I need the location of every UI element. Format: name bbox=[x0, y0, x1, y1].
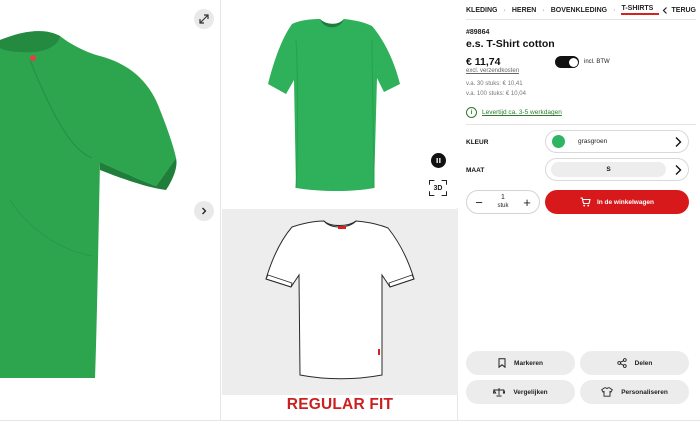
tshirt-front-image bbox=[268, 19, 400, 191]
vat-toggle[interactable] bbox=[555, 56, 579, 68]
tshirt-closeup-image bbox=[0, 31, 177, 379]
main-product-image[interactable] bbox=[0, 0, 221, 420]
view-3d-button[interactable]: 3D bbox=[429, 180, 447, 196]
page-bottom-edge bbox=[0, 420, 700, 430]
cart-icon bbox=[580, 197, 591, 207]
chevron-right-icon bbox=[675, 165, 682, 175]
color-swatch bbox=[552, 135, 565, 148]
color-label: KLEUR bbox=[466, 139, 489, 146]
breadcrumb-item-t-shirts[interactable]: T-SHIRTS bbox=[621, 5, 660, 15]
personalise-label: Personaliseren bbox=[621, 388, 668, 396]
fit-label: REGULAR FIT bbox=[286, 396, 394, 413]
chevron-right-icon bbox=[675, 137, 682, 147]
delivery-text: Levertijd ca. 3-5 werkdagen bbox=[482, 109, 562, 116]
increase-quantity-button[interactable]: + bbox=[521, 196, 533, 209]
tier-price: v.a. 30 stuks: € 10,41 bbox=[466, 81, 523, 87]
pause-rotation-button[interactable] bbox=[431, 153, 446, 168]
compare-icon bbox=[493, 388, 506, 397]
info-icon: i bbox=[466, 107, 477, 118]
gallery-column: 3D REGULAR FIT bbox=[222, 0, 458, 420]
add-to-cart-label: In de winkelwagen bbox=[596, 198, 655, 206]
chevron-left-icon bbox=[662, 6, 667, 14]
breadcrumb-item-bovenkleding[interactable]: BOVENKLEDING bbox=[551, 7, 613, 14]
product-front-image[interactable]: 3D bbox=[222, 0, 458, 208]
breadcrumb-separator: · bbox=[503, 6, 506, 14]
bookmark-button[interactable]: Markeren bbox=[466, 351, 575, 375]
breadcrumb-item-kleding[interactable]: KLEDING bbox=[466, 7, 504, 14]
back-label: TERUG bbox=[671, 6, 697, 14]
quantity-unit: stuk bbox=[497, 202, 509, 209]
quantity-value: 1 bbox=[501, 193, 505, 201]
tier-price: v.a. 100 stuks: € 10,04 bbox=[466, 91, 526, 97]
tshirt-icon bbox=[601, 387, 614, 397]
share-button[interactable]: Delen bbox=[580, 351, 689, 375]
size-selector[interactable]: S bbox=[545, 158, 689, 181]
back-link[interactable]: TERUG bbox=[662, 6, 697, 14]
breadcrumb-separator: · bbox=[542, 6, 545, 14]
size-value: S bbox=[551, 162, 666, 177]
compare-label: Vergelijken bbox=[513, 388, 548, 396]
quantity-stepper: − 1 stuk + bbox=[466, 190, 540, 214]
product-info-panel: KLEDING · HEREN · BOVENKLEDING · T-SHIRT… bbox=[459, 0, 700, 420]
decrease-quantity-button[interactable]: − bbox=[473, 196, 485, 209]
breadcrumb-item-heren[interactable]: HEREN bbox=[512, 7, 543, 14]
product-page: 3D REGULAR FIT KLEDING · HEREN · BOVENKL… bbox=[0, 0, 700, 430]
color-value: grasgroen bbox=[578, 138, 608, 145]
next-image-button[interactable] bbox=[194, 201, 214, 221]
color-selector[interactable]: grasgroen bbox=[545, 130, 689, 153]
quantity-display[interactable]: 1 stuk bbox=[497, 194, 508, 210]
expand-image-button[interactable] bbox=[194, 9, 214, 29]
3d-frame-icon bbox=[429, 180, 447, 196]
add-to-cart-button[interactable]: In de winkelwagen bbox=[545, 190, 689, 214]
article-number: #89864 bbox=[466, 29, 490, 36]
vat-toggle-label: incl. BTW bbox=[584, 59, 610, 65]
delivery-info[interactable]: i Levertijd ca. 3-5 werkdagen bbox=[466, 107, 562, 118]
compare-button[interactable]: Vergelijken bbox=[466, 380, 575, 404]
chevron-right-icon bbox=[202, 207, 207, 215]
divider bbox=[466, 124, 696, 125]
share-label: Delen bbox=[634, 359, 653, 367]
breadcrumb-separator: · bbox=[613, 6, 616, 14]
size-label: MAAT bbox=[466, 167, 485, 174]
personalise-button[interactable]: Personaliseren bbox=[580, 380, 689, 404]
toggle-knob bbox=[568, 57, 578, 67]
tshirt-sketch-image bbox=[265, 220, 415, 380]
bookmark-icon bbox=[498, 358, 506, 368]
fit-sketch-image[interactable] bbox=[222, 209, 458, 395]
product-title: e.s. T-Shirt cotton bbox=[466, 38, 555, 50]
breadcrumb: KLEDING · HEREN · BOVENKLEDING · T-SHIRT… bbox=[466, 5, 696, 15]
pause-icon bbox=[436, 158, 441, 163]
price: € 11,74 bbox=[466, 56, 501, 68]
shipping-costs-link[interactable]: excl. verzendkosten bbox=[466, 68, 519, 74]
bookmark-label: Markeren bbox=[514, 359, 543, 367]
expand-icon bbox=[199, 14, 209, 24]
share-icon bbox=[616, 358, 627, 368]
divider bbox=[466, 19, 696, 20]
